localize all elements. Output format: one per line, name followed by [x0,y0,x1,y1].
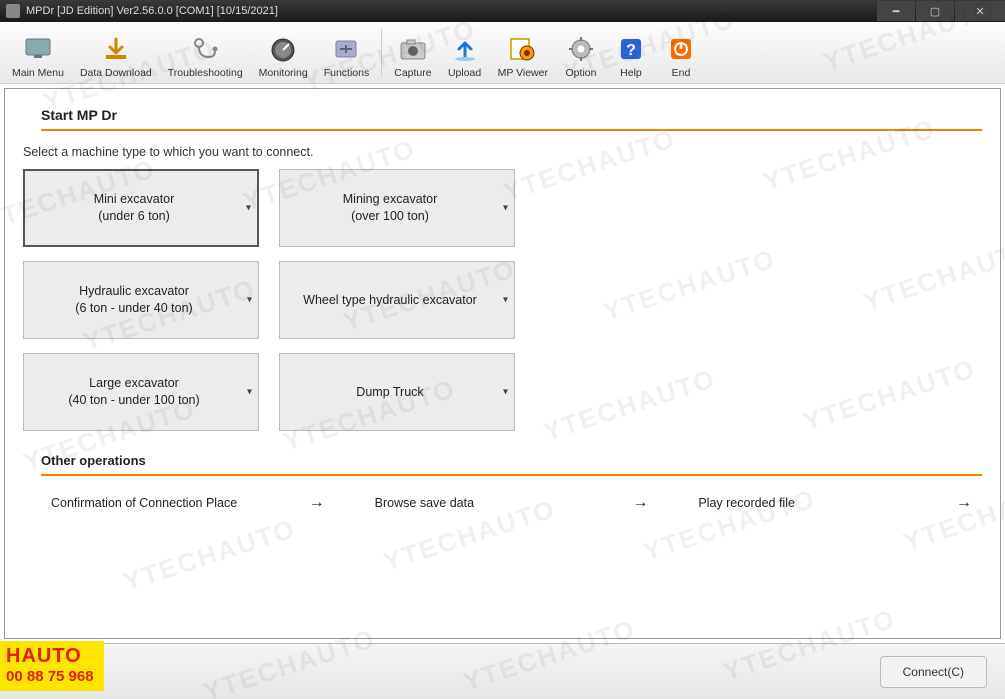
arrow-right-icon: → [309,494,325,512]
titlebar: MPDr [JD Edition] Ver2.56.0.0 [COM1] [10… [0,0,1005,22]
machine-label-line1: Mini excavator [94,192,175,206]
machine-grid: Mini excavator (under 6 ton) ▾ Mining exc… [23,169,982,431]
upload-icon [449,33,481,65]
window-title: MPDr [JD Edition] Ver2.56.0.0 [COM1] [10… [26,5,278,17]
machine-label-line1: Mining excavator [343,192,438,206]
stethoscope-icon [189,33,221,65]
machine-hydraulic-excavator[interactable]: Hydraulic excavator (6 ton - under 40 ton… [23,261,259,339]
toolbar-label: Functions [324,67,370,79]
app-window: MPDr [JD Edition] Ver2.56.0.0 [COM1] [10… [0,0,1005,699]
op-play-recorded-file[interactable]: Play recorded file → [698,486,982,520]
power-icon [665,33,697,65]
machine-label-line1: Large excavator [89,376,179,390]
functions-icon [330,33,362,65]
gear-icon [565,33,597,65]
option-button[interactable]: Option [556,23,606,83]
machine-large-excavator[interactable]: Large excavator(40 ton - under 100 ton) … [23,353,259,431]
badge-line2: 00 88 75 968 [6,668,94,685]
machine-label-line2: (over 100 ton) [351,209,429,223]
mp-viewer-button[interactable]: MP Viewer [490,23,556,83]
footer: Connect(C) [0,643,1005,699]
troubleshooting-button[interactable]: Troubleshooting [160,23,251,83]
prompt-text: Select a machine type to which you want … [23,145,982,159]
connect-button[interactable]: Connect(C) [880,656,987,688]
badge-line1: HAUTO [6,645,94,668]
other-rule [41,474,982,476]
close-button[interactable]: ✕ [955,1,1005,21]
op-confirmation-connection-place[interactable]: Confirmation of Connection Place → [51,486,335,520]
chevron-down-icon: ▾ [503,295,508,306]
toolbar-label: Main Menu [12,67,64,79]
content-area: Start MP Dr Select a machine type to whi… [4,88,1001,639]
toolbar-separator [381,29,382,77]
chevron-down-icon: ▾ [247,387,252,398]
chevron-down-icon: ▾ [246,203,251,214]
monitor-icon [22,33,54,65]
machine-label-line2: (40 ton - under 100 ton) [68,393,199,407]
minimize-button[interactable]: ━ [877,1,915,21]
main-menu-button[interactable]: Main Menu [4,23,72,83]
monitoring-button[interactable]: Monitoring [251,23,316,83]
upload-button[interactable]: Upload [440,23,490,83]
toolbar-label: Troubleshooting [168,67,243,79]
machine-label-line2: (6 ton - under 40 ton) [75,301,192,315]
arrow-right-icon: → [956,494,972,512]
toolbar-label: Help [620,67,642,79]
viewer-icon [507,33,539,65]
chevron-down-icon: ▾ [247,295,252,306]
app-icon [6,4,20,18]
help-icon: ? [615,33,647,65]
machine-label-line1: Dump Truck [356,385,423,399]
functions-button[interactable]: Functions [316,23,378,83]
other-operations-title: Other operations [41,453,982,474]
download-icon [100,33,132,65]
data-download-button[interactable]: Data Download [72,23,160,83]
other-operations-row: Confirmation of Connection Place → Brows… [51,486,982,520]
machine-wheel-hydraulic-excavator[interactable]: Wheel type hydraulic excavator ▾ [279,261,515,339]
toolbar: Main Menu Data Download Troubleshooting … [0,22,1005,84]
toolbar-label: Upload [448,67,481,79]
op-browse-save-data[interactable]: Browse save data → [375,486,659,520]
svg-text:?: ? [626,42,636,59]
help-button[interactable]: ? Help [606,23,656,83]
machine-mini-excavator[interactable]: Mini excavator (under 6 ton) ▾ [23,169,259,247]
toolbar-label: Monitoring [259,67,308,79]
vendor-badge: HAUTO 00 88 75 968 [0,641,104,691]
maximize-button[interactable]: ▢ [916,1,954,21]
machine-mining-excavator[interactable]: Mining excavator (over 100 ton) ▾ [279,169,515,247]
machine-label-line1: Hydraulic excavator [79,284,189,298]
toolbar-label: Capture [394,67,431,79]
machine-label-line1: Wheel type hydraulic excavator [303,293,477,307]
end-button[interactable]: End [656,23,706,83]
toolbar-label: End [672,67,691,79]
machine-label-line2: (under 6 ton) [98,209,170,223]
op-label: Browse save data [375,496,474,510]
toolbar-label: MP Viewer [498,67,548,79]
machine-dump-truck[interactable]: Dump Truck ▾ [279,353,515,431]
chevron-down-icon: ▾ [503,203,508,214]
section-title: Start MP Dr [41,107,982,129]
section-rule [41,129,982,131]
chevron-down-icon: ▾ [503,387,508,398]
gauge-icon [267,33,299,65]
toolbar-label: Option [566,67,597,79]
capture-button[interactable]: Capture [386,23,439,83]
arrow-right-icon: → [632,494,648,512]
toolbar-label: Data Download [80,67,152,79]
camera-icon [397,33,429,65]
op-label: Confirmation of Connection Place [51,496,237,510]
op-label: Play recorded file [698,496,795,510]
